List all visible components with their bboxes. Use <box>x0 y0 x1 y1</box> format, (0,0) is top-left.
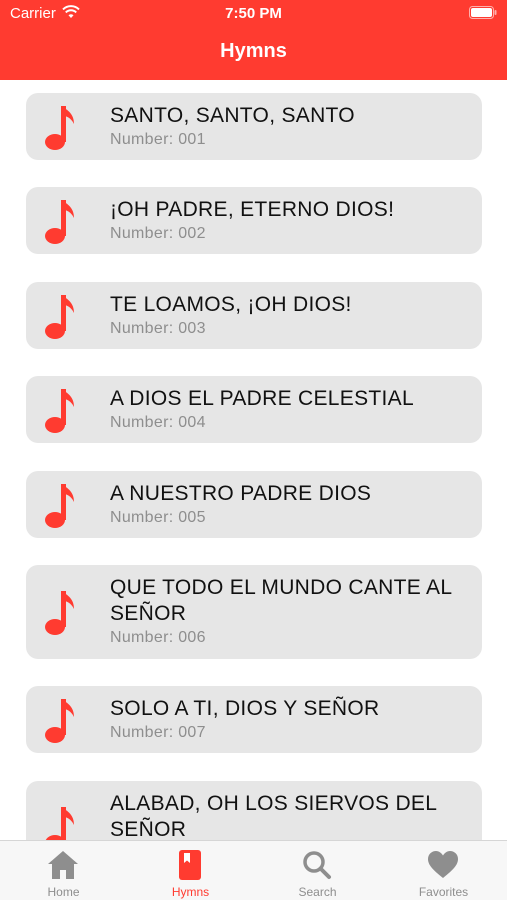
hymn-title: ¡OH PADRE, ETERNO DIOS! <box>110 198 395 221</box>
music-note-icon <box>45 295 74 339</box>
hymn-title: SANTO, SANTO, SANTO <box>110 104 355 127</box>
tab-favorites-label: Favorites <box>418 885 469 899</box>
hymn-title: SOLO A TI, DIOS Y SEÑOR <box>110 697 380 720</box>
hymn-number: Number: 001 <box>110 131 206 148</box>
battery-icon <box>469 6 497 19</box>
status-bar: Carrier 7:50 PM <box>0 0 507 28</box>
hymn-title: TE LOAMOS, ¡OH DIOS! <box>110 293 352 316</box>
hymn-number: Number: 004 <box>110 414 206 431</box>
music-note-icon <box>45 807 74 840</box>
tab-search[interactable]: Search <box>254 841 381 900</box>
app-header: Carrier 7:50 PM Hymns <box>0 0 507 80</box>
hymn-title: A DIOS EL PADRE CELESTIAL <box>110 387 414 410</box>
house-icon <box>48 851 78 879</box>
hymn-card[interactable]: TE LOAMOS, ¡OH DIOS! Number: 003 <box>26 282 482 349</box>
music-note-icon <box>45 591 74 635</box>
hymn-number: Number: 002 <box>110 225 206 242</box>
hymn-card[interactable]: SOLO A TI, DIOS Y SEÑOR Number: 007 <box>26 686 482 753</box>
hymn-card[interactable]: ¡OH PADRE, ETERNO DIOS! Number: 002 <box>26 187 482 254</box>
hymn-card[interactable]: SANTO, SANTO, SANTO Number: 001 <box>26 93 482 160</box>
hymn-card[interactable]: A DIOS EL PADRE CELESTIAL Number: 004 <box>26 376 482 443</box>
hymn-card[interactable]: ALABAD, OH LOS SIERVOS DEL SEÑOR <box>26 781 482 840</box>
hymn-title: QUE TODO EL MUNDO CANTE AL SEÑOR <box>110 576 452 625</box>
tab-bar: Home Hymns Search Favorites <box>0 840 507 900</box>
heart-icon <box>428 851 458 878</box>
music-note-icon <box>45 389 74 433</box>
tab-hymns-label: Hymns <box>171 885 210 899</box>
page-title: Hymns <box>220 40 287 62</box>
hymn-title: A NUESTRO PADRE DIOS <box>110 482 372 505</box>
tab-hymns[interactable]: Hymns <box>127 841 254 900</box>
music-note-icon <box>45 106 74 150</box>
search-icon <box>303 851 331 879</box>
music-note-icon <box>45 200 74 244</box>
music-note-icon <box>45 484 74 528</box>
hymn-number: Number: 005 <box>110 509 206 526</box>
hymn-card[interactable]: QUE TODO EL MUNDO CANTE AL SEÑOR Number:… <box>26 565 482 659</box>
tab-search-label: Search <box>298 885 337 899</box>
hymn-title: ALABAD, OH LOS SIERVOS DEL SEÑOR <box>110 792 437 840</box>
music-note-icon <box>45 699 74 743</box>
book-icon <box>179 850 201 880</box>
hymn-list[interactable]: SANTO, SANTO, SANTO Number: 001 ¡OH PADR… <box>0 80 507 840</box>
status-time: 7:50 PM <box>225 5 282 22</box>
hymn-number: Number: 003 <box>110 320 206 337</box>
tab-home[interactable]: Home <box>0 841 127 900</box>
hymn-number: Number: 006 <box>110 629 206 646</box>
tab-favorites[interactable]: Favorites <box>380 841 507 900</box>
tab-home-label: Home <box>47 885 80 899</box>
hymn-card[interactable]: A NUESTRO PADRE DIOS Number: 005 <box>26 471 482 538</box>
hymn-number: Number: 007 <box>110 724 206 741</box>
